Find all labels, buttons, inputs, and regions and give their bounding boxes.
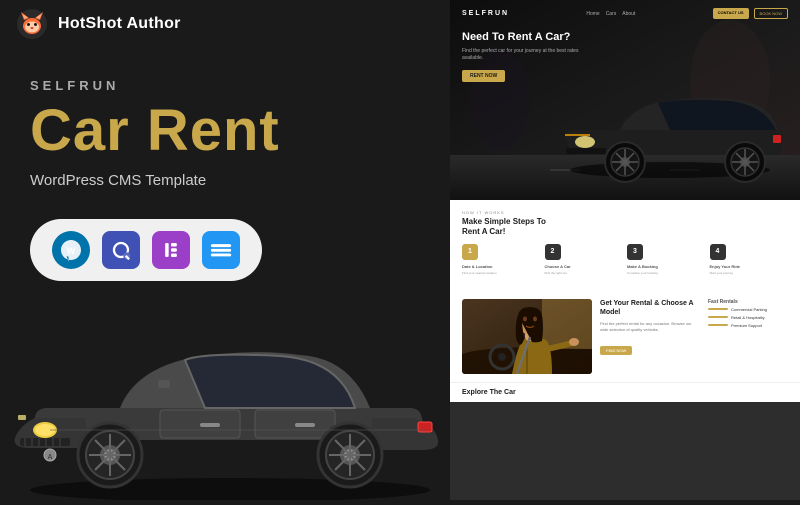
product-subtitle: SELFRUN (30, 78, 430, 93)
sidebar-line-2 (708, 316, 728, 318)
brand-logo-icon (16, 8, 48, 40)
step-item-1: 1 Date & Location Find your nearest loca… (462, 244, 541, 275)
preview-hero-content: Need To Rent A Car? Find the perfect car… (462, 30, 582, 82)
sidebar-text-3: Premium Support (731, 323, 762, 328)
car-image: A (0, 270, 470, 500)
preview-rental-desc: Find the perfect rental for any occasion… (600, 321, 700, 333)
left-panel: SELFRUN Car Rent WordPress CMS Template … (0, 48, 460, 500)
preview-sidebar-items: Commercial Parking Retail & Hospitality … (708, 307, 788, 328)
step-4-label: Enjoy Your Ride (710, 264, 789, 269)
step-item-3: 3 Make A Booking Complete your booking (627, 244, 706, 275)
step-4-desc: Start your journey (710, 271, 789, 275)
preview-hero-button: RENT NOW (462, 70, 505, 82)
wordpress-icon: W (52, 231, 90, 269)
step-item-2: 2 Choose A Car Pick the right car (545, 244, 624, 275)
preview-hero-section: SELFRUN Home Cars About CONTACT US BOOK … (450, 0, 800, 200)
preview-nav-links: Home Cars About (586, 11, 635, 17)
ultimate-fields-icon (202, 231, 240, 269)
preview-nav-logo: SELFRUN (462, 10, 509, 17)
preview-nav-link-1: Home (586, 11, 599, 17)
step-1-label: Date & Location (462, 264, 541, 269)
preview-explore-title: Explore The Car (462, 389, 788, 396)
preview-nav-btn-2: BOOK NOW (754, 8, 788, 19)
sidebar-item-1: Commercial Parking (708, 307, 788, 312)
step-1-desc: Find your nearest location (462, 271, 541, 275)
preview-panel: SELFRUN Home Cars About CONTACT US BOOK … (450, 0, 800, 500)
preview-steps-title: Make Simple Steps To Rent A Car! (462, 217, 562, 238)
step-2-desc: Pick the right car (545, 271, 624, 275)
preview-steps-subt: HOW IT WORKS (462, 210, 788, 215)
preview-explore-section: Explore The Car (450, 382, 800, 402)
preview-hero-desc: Find the perfect car for your journey at… (462, 48, 582, 62)
preview-navigation: SELFRUN Home Cars About CONTACT US BOOK … (450, 8, 800, 19)
preview-driver-photo (462, 299, 592, 374)
elementor-icon (152, 231, 190, 269)
preview-nav-btn: CONTACT US (713, 8, 749, 19)
svg-text:A: A (47, 454, 52, 461)
preview-sidebar: Fast Rentals Commercial Parking Retail &… (708, 299, 788, 374)
sidebar-item-3: Premium Support (708, 323, 788, 328)
svg-text:W: W (67, 246, 76, 256)
preview-bottom-section: Get Your Rental & Choose A Model Find th… (450, 291, 800, 382)
step-3-label: Make A Booking (627, 264, 706, 269)
preview-steps-section: HOW IT WORKS Make Simple Steps To Rent A… (450, 200, 800, 291)
template-type-label: WordPress CMS Template (30, 172, 430, 189)
sidebar-item-2: Retail & Hospitality (708, 315, 788, 320)
brand-name-text: HotShot Author (58, 15, 181, 33)
preview-nav-link-3: About (622, 11, 635, 17)
preview-sidebar-title: Fast Rentals (708, 299, 788, 305)
preview-rental-title: Get Your Rental & Choose A Model (600, 299, 700, 317)
header-bar: HotShot Author (0, 0, 245, 48)
step-3-desc: Complete your booking (627, 271, 706, 275)
sidebar-text-1: Commercial Parking (731, 307, 767, 312)
preview-nav-actions: CONTACT US BOOK NOW (713, 8, 788, 19)
preview-rental-info: Get Your Rental & Choose A Model Find th… (600, 299, 700, 374)
preview-steps-grid: 1 Date & Location Find your nearest loca… (462, 244, 788, 275)
sidebar-line-3 (708, 324, 728, 326)
quform-icon (102, 231, 140, 269)
step-2-label: Choose A Car (545, 264, 624, 269)
sidebar-text-2: Retail & Hospitality (731, 315, 765, 320)
product-main-title: Car Rent (30, 101, 430, 162)
preview-rental-button: FIND NOW (600, 346, 632, 355)
preview-hero-title: Need To Rent A Car? (462, 30, 582, 44)
step-item-4: 4 Enjoy Your Ride Start your journey (710, 244, 789, 275)
sidebar-line-1 (708, 308, 728, 310)
preview-nav-link-2: Cars (606, 11, 617, 17)
